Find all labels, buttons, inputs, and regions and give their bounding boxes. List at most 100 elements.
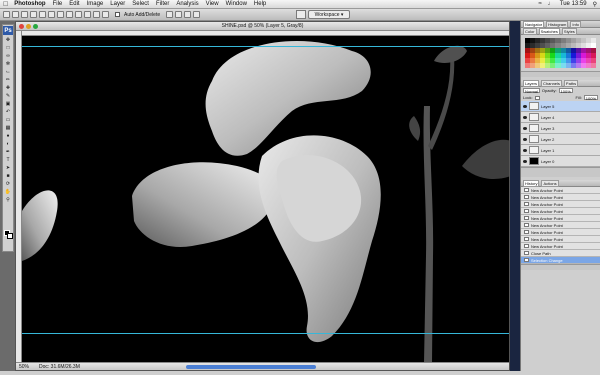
- menu-layer[interactable]: Layer: [110, 1, 125, 7]
- visibility-eye-icon[interactable]: [523, 148, 527, 152]
- pen-icon[interactable]: [39, 11, 46, 18]
- wifi-icon[interactable]: ≈: [538, 1, 541, 7]
- clone-stamp-tool-icon[interactable]: ▣: [3, 100, 13, 107]
- visibility-eye-icon[interactable]: [523, 137, 527, 141]
- zoom-window-icon[interactable]: [33, 24, 38, 29]
- gradient-tool-icon[interactable]: ▦: [3, 124, 13, 131]
- path-select-tool-icon[interactable]: ➤: [3, 164, 13, 171]
- history-row[interactable]: New Anchor Point: [521, 243, 600, 250]
- canvas[interactable]: [22, 36, 509, 362]
- volume-icon[interactable]: ♩: [548, 1, 554, 7]
- crop-tool-icon[interactable]: ⌙: [3, 68, 13, 75]
- menu-select[interactable]: Select: [132, 1, 149, 7]
- 3d-rotate-tool-icon[interactable]: ⟳: [3, 180, 13, 187]
- document-size[interactable]: Doc: 31.6M/26.3M: [39, 364, 80, 370]
- apple-icon[interactable]: : [3, 1, 8, 8]
- tab-info[interactable]: Info: [570, 20, 582, 28]
- layer-row[interactable]: Layer 5: [521, 101, 600, 112]
- tab-channels[interactable]: Channels: [541, 79, 562, 87]
- zoom-level[interactable]: 50%: [19, 364, 29, 370]
- visibility-eye-icon[interactable]: [523, 126, 527, 130]
- tool-preset-icon[interactable]: [3, 11, 10, 18]
- tab-history[interactable]: History: [523, 179, 540, 187]
- quick-select-tool-icon[interactable]: ✻: [3, 60, 13, 67]
- history-row[interactable]: Close Path: [521, 250, 600, 257]
- history-row[interactable]: New Anchor Point: [521, 194, 600, 201]
- visibility-eye-icon[interactable]: [523, 159, 527, 163]
- tab-actions[interactable]: Actions: [541, 179, 559, 187]
- background-color-swatch[interactable]: [7, 233, 13, 239]
- auto-add-delete-checkbox[interactable]: [115, 12, 120, 17]
- shape-layers-icon[interactable]: [12, 11, 19, 18]
- marquee-tool-icon[interactable]: □: [3, 44, 13, 51]
- blend-mode-select[interactable]: Normal: [523, 88, 540, 94]
- visibility-eye-icon[interactable]: [523, 115, 527, 119]
- tab-color[interactable]: Color: [523, 27, 537, 35]
- history-row[interactable]: New Anchor Point: [521, 222, 600, 229]
- fill-pixels-icon[interactable]: [30, 11, 37, 18]
- history-row[interactable]: New Anchor Point: [521, 187, 600, 194]
- path-area-subtract-icon[interactable]: [175, 11, 183, 18]
- ellipse-icon[interactable]: [75, 11, 82, 18]
- move-tool-icon[interactable]: ✥: [3, 36, 13, 43]
- menu-image[interactable]: Image: [87, 1, 104, 7]
- type-tool-icon[interactable]: T: [3, 156, 13, 163]
- guide-bottom[interactable]: [22, 332, 509, 334]
- menu-edit[interactable]: Edit: [69, 1, 79, 7]
- workspace-icon[interactable]: [296, 10, 306, 19]
- fill-field[interactable]: 100%: [583, 95, 598, 101]
- blur-tool-icon[interactable]: ●: [3, 132, 13, 139]
- healing-tool-icon[interactable]: ✚: [3, 84, 13, 91]
- freeform-pen-icon[interactable]: [48, 11, 55, 18]
- rectangle-icon[interactable]: [57, 11, 64, 18]
- paths-icon[interactable]: [21, 11, 28, 18]
- zoom-tool-icon[interactable]: ⚲: [3, 196, 13, 203]
- menu-view[interactable]: View: [206, 1, 219, 7]
- shape-tool-icon[interactable]: ■: [3, 172, 13, 179]
- swatch-chip[interactable]: [590, 63, 596, 68]
- tab-navigator[interactable]: Navigator: [523, 20, 545, 28]
- layer-row[interactable]: Layer 3: [521, 123, 600, 134]
- history-row[interactable]: New Anchor Point: [521, 201, 600, 208]
- path-area-exclude-icon[interactable]: [193, 11, 201, 18]
- line-icon[interactable]: [93, 11, 100, 18]
- tab-paths[interactable]: Paths: [563, 79, 579, 87]
- menu-analysis[interactable]: Analysis: [176, 1, 198, 7]
- document-title-bar[interactable]: SHINE.psd @ 50% (Layer 5, Gray/8): [16, 22, 509, 31]
- tab-histogram[interactable]: Histogram: [546, 20, 569, 28]
- tab-styles[interactable]: Styles: [561, 27, 577, 35]
- menu-filter[interactable]: Filter: [156, 1, 169, 7]
- horizontal-scrollbar[interactable]: [186, 365, 316, 369]
- opacity-field[interactable]: 100%: [558, 88, 573, 94]
- menu-help[interactable]: Help: [254, 1, 266, 7]
- menu-app-name[interactable]: Photoshop: [14, 1, 45, 7]
- path-area-add-icon[interactable]: [166, 11, 174, 18]
- dodge-tool-icon[interactable]: ◐: [3, 140, 13, 147]
- layer-row[interactable]: Layer 4: [521, 112, 600, 123]
- minimize-window-icon[interactable]: [26, 24, 31, 29]
- visibility-eye-icon[interactable]: [523, 104, 527, 108]
- menu-window[interactable]: Window: [226, 1, 247, 7]
- workspace-button[interactable]: Workspace ▾: [308, 10, 350, 19]
- lock-icon[interactable]: [534, 95, 540, 100]
- history-row[interactable]: New Anchor Point: [521, 229, 600, 236]
- swatches-grid[interactable]: [521, 35, 600, 71]
- history-row[interactable]: Selection Change: [521, 257, 600, 264]
- custom-shape-icon[interactable]: [102, 11, 109, 18]
- pen-tool-icon[interactable]: ✒: [3, 148, 13, 155]
- history-row[interactable]: New Anchor Point: [521, 215, 600, 222]
- guide-top[interactable]: [22, 45, 509, 47]
- menu-file[interactable]: File: [53, 1, 63, 7]
- rounded-rectangle-icon[interactable]: [66, 11, 73, 18]
- history-row[interactable]: New Anchor Point: [521, 208, 600, 215]
- tab-layers[interactable]: Layers: [523, 79, 540, 87]
- menu-clock[interactable]: Tue 13:59: [560, 1, 587, 7]
- close-window-icon[interactable]: [19, 24, 24, 29]
- path-area-intersect-icon[interactable]: [184, 11, 192, 18]
- eraser-tool-icon[interactable]: ▭: [3, 116, 13, 123]
- history-row[interactable]: New Anchor Point: [521, 236, 600, 243]
- polygon-icon[interactable]: [84, 11, 91, 18]
- history-brush-tool-icon[interactable]: ↶: [3, 108, 13, 115]
- hand-tool-icon[interactable]: ✋: [3, 188, 13, 195]
- layer-row[interactable]: Layer 2: [521, 134, 600, 145]
